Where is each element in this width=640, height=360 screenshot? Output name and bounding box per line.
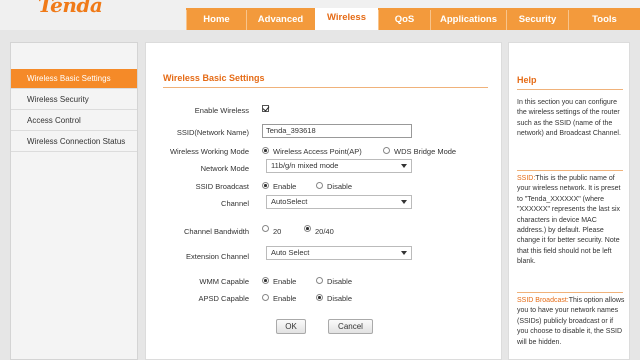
tab-wireless[interactable]: Wireless xyxy=(314,8,378,31)
working-mode-label: Wireless Working Mode xyxy=(169,147,249,156)
wmm-enable-radio[interactable] xyxy=(262,277,269,284)
network-mode-value: 11b/g/n mixed mode xyxy=(271,161,339,170)
tab-qos[interactable]: QoS xyxy=(378,10,430,30)
tab-advanced[interactable]: Advanced xyxy=(246,10,314,30)
tab-applications[interactable]: Applications xyxy=(430,10,506,30)
ssid-label: SSID(Network Name) xyxy=(176,128,249,137)
enable-wireless-label: Enable Wireless xyxy=(194,106,249,115)
sidebar-item-wireless-basic-settings[interactable]: Wireless Basic Settings xyxy=(11,69,137,89)
wmm-label: WMM Capable xyxy=(199,277,249,286)
help-ssid-term: SSID: xyxy=(517,175,536,182)
extension-channel-label: Extension Channel xyxy=(186,252,249,261)
extension-channel-select[interactable]: Auto Select xyxy=(266,246,412,260)
main-panel: Wireless Basic Settings Enable Wireless … xyxy=(145,42,502,360)
apsd-enable-label: Enable xyxy=(273,294,297,303)
network-mode-select[interactable]: 11b/g/n mixed mode xyxy=(266,159,412,173)
apsd-disable-radio[interactable] xyxy=(316,294,323,301)
ok-button[interactable]: OK xyxy=(276,319,306,334)
ssid-broadcast-enable-radio[interactable] xyxy=(262,182,269,189)
working-mode-wds-label: WDS Bridge Mode xyxy=(394,147,457,156)
chevron-down-icon xyxy=(401,164,407,168)
ssid-broadcast-disable-radio[interactable] xyxy=(316,182,323,189)
extension-channel-value: Auto Select xyxy=(271,248,310,257)
ssid-input[interactable]: Tenda_393618 xyxy=(262,124,412,138)
title-divider xyxy=(163,87,488,88)
wmm-disable-label: Disable xyxy=(327,277,353,286)
help-ssid-text: This is the public name of your wireless… xyxy=(517,175,621,266)
sidebar-item-wireless-connection-status[interactable]: Wireless Connection Status xyxy=(11,132,137,152)
help-broadcast-term: SSID Broadcast: xyxy=(517,297,569,304)
bandwidth-20-radio[interactable] xyxy=(262,225,269,232)
channel-label: Channel xyxy=(221,199,249,208)
help-divider xyxy=(517,89,623,90)
working-mode-ap-label: Wireless Access Point(AP) xyxy=(273,147,362,156)
channel-select[interactable]: AutoSelect xyxy=(266,195,412,209)
help-ssid-paragraph: SSID:This is the public name of your wir… xyxy=(517,174,625,268)
bandwidth-20-40-radio[interactable] xyxy=(304,225,311,232)
enable-wireless-checkbox[interactable] xyxy=(262,105,269,112)
network-mode-label: Network Mode xyxy=(200,164,249,173)
help-title: Help xyxy=(517,75,537,85)
chevron-down-icon xyxy=(401,251,407,255)
tab-home[interactable]: Home xyxy=(186,10,246,30)
bandwidth-20-label: 20 xyxy=(273,227,282,236)
ssid-broadcast-label: SSID Broadcast xyxy=(195,182,249,191)
channel-bandwidth-label: Channel Bandwidth xyxy=(183,227,249,236)
channel-value: AutoSelect xyxy=(271,197,308,206)
tenda-logo: Tenda xyxy=(38,0,103,17)
ssid-broadcast-enable-label: Enable xyxy=(273,182,297,191)
chevron-down-icon xyxy=(401,200,407,204)
wmm-disable-radio[interactable] xyxy=(316,277,323,284)
sidebar: Wireless Basic Settings Wireless Securit… xyxy=(10,42,138,360)
help-broadcast-paragraph: SSID Broadcast:This option allows you to… xyxy=(517,296,625,348)
tab-tools[interactable]: Tools xyxy=(568,10,640,30)
wmm-enable-label: Enable xyxy=(273,277,297,286)
apsd-enable-radio[interactable] xyxy=(262,294,269,301)
sidebar-item-wireless-security[interactable]: Wireless Security xyxy=(11,90,137,110)
cancel-button[interactable]: Cancel xyxy=(328,319,373,334)
help-intro-text: In this section you can configure the wi… xyxy=(517,99,621,138)
apsd-disable-label: Disable xyxy=(327,294,353,303)
tab-security[interactable]: Security xyxy=(506,10,568,30)
bandwidth-20-40-label: 20/40 xyxy=(315,227,334,236)
ssid-broadcast-disable-label: Disable xyxy=(327,182,353,191)
help-panel: Help In this section you can configure t… xyxy=(508,42,630,360)
working-mode-ap-radio[interactable] xyxy=(262,147,269,154)
sidebar-item-access-control[interactable]: Access Control xyxy=(11,111,137,131)
help-separator xyxy=(517,292,623,293)
working-mode-wds-radio[interactable] xyxy=(383,147,390,154)
section-title: Wireless Basic Settings xyxy=(163,73,265,83)
apsd-label: APSD Capable xyxy=(198,294,249,303)
help-separator xyxy=(517,170,623,171)
help-broadcast-text: This option allows you to have your netw… xyxy=(517,297,625,346)
